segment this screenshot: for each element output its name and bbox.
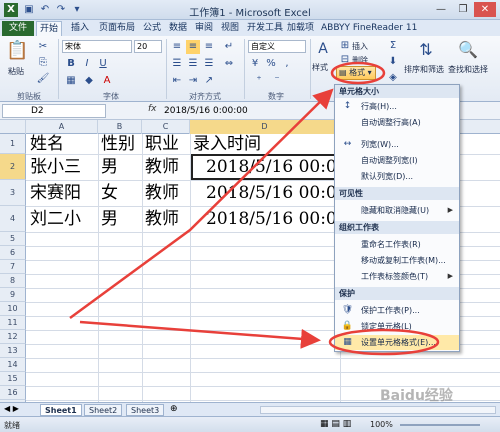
annotation-circle-format-cells [328, 328, 440, 356]
annotation-arrow-right [79, 320, 321, 349]
annotation-circle-format-button [330, 61, 386, 85]
annotation-overlay [69, 61, 440, 356]
annotation-arrow-up [69, 88, 334, 320]
